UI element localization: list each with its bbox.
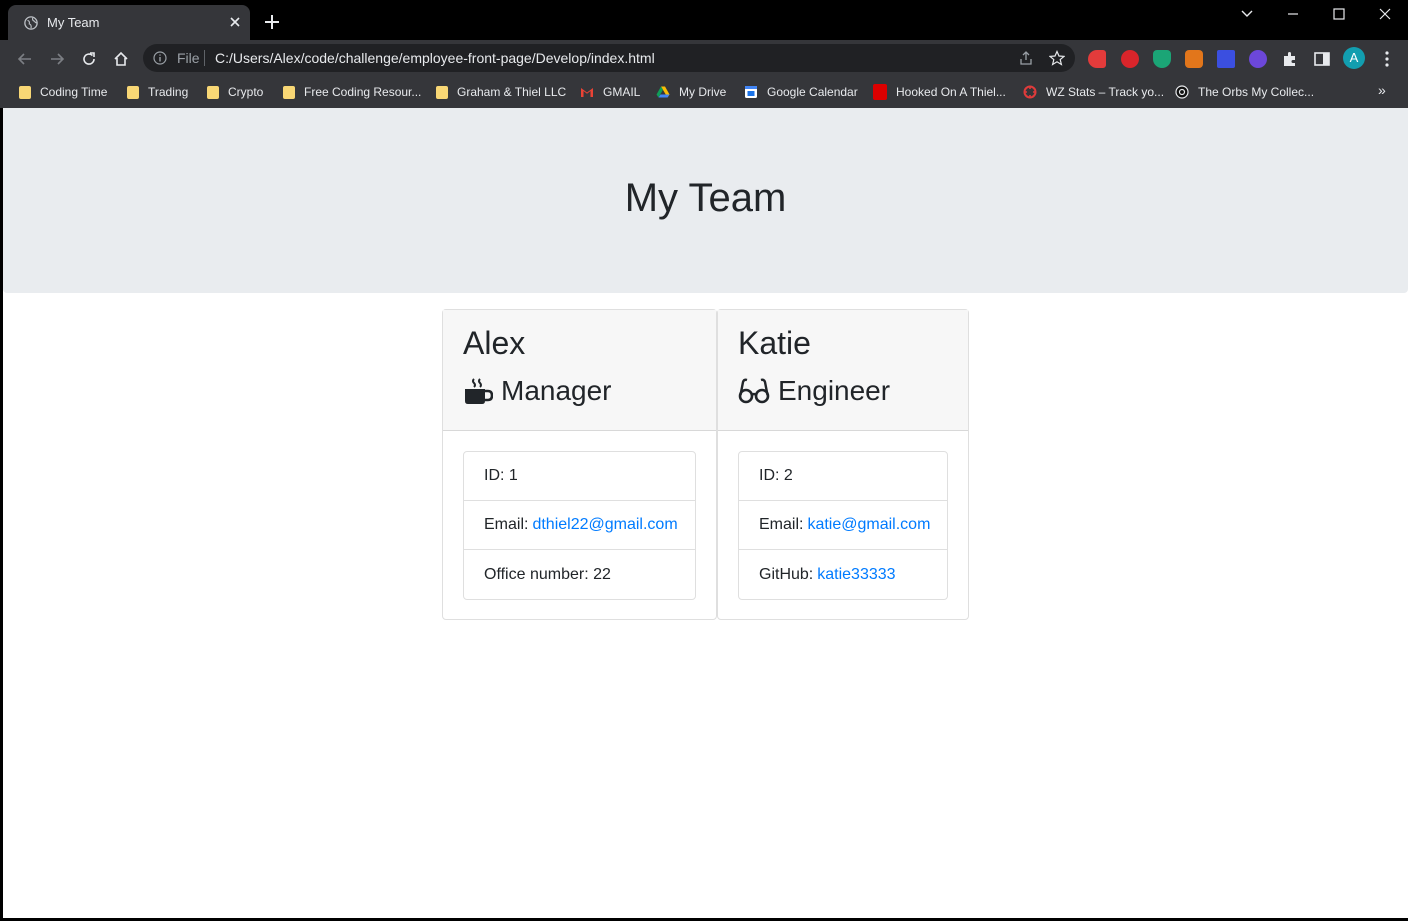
file-scheme-label: File xyxy=(177,50,200,66)
bookmark-label: Hooked On A Thiel... xyxy=(896,85,1006,99)
reload-icon[interactable] xyxy=(76,46,102,72)
bookmark-my-drive[interactable]: My Drive xyxy=(656,82,726,102)
tab-close-icon[interactable] xyxy=(226,13,244,31)
bookmark-coding-time[interactable]: Coding Time xyxy=(19,82,107,102)
bookmark-hooked-on-a-thiel[interactable]: Hooked On A Thiel... xyxy=(873,82,1006,102)
employee-role: Engineer xyxy=(738,374,890,408)
side-panel-icon[interactable] xyxy=(1313,50,1331,68)
employee-card-katie: Katie Engineer ID: 2 Email: katie@gmail.… xyxy=(717,309,969,620)
extensions-puzzle-icon[interactable] xyxy=(1281,50,1299,68)
bookmarks-bar: Coding Time Trading Crypto Free Coding R… xyxy=(0,76,1408,108)
bookmark-graham-thiel[interactable]: Graham & Thiel LLC xyxy=(436,82,566,102)
page-title: My Team xyxy=(624,176,787,220)
bookmark-label: GMAIL xyxy=(603,85,641,99)
employee-details-list: ID: 1 Email: dthiel22@gmail.com Office n… xyxy=(463,451,696,600)
back-icon[interactable] xyxy=(12,46,38,72)
bookmark-label: Graham & Thiel LLC xyxy=(457,85,567,99)
office-number: Office number: 22 xyxy=(484,565,611,583)
tab-my-team[interactable]: My Team xyxy=(8,5,250,40)
github-label: GitHub: xyxy=(759,565,814,583)
folder-icon xyxy=(19,85,31,99)
share-icon[interactable] xyxy=(1018,50,1034,66)
close-window-icon[interactable] xyxy=(1362,0,1408,28)
email-label: Email: xyxy=(759,516,804,533)
employee-name: Katie xyxy=(738,325,811,361)
google-calendar-icon xyxy=(745,86,757,98)
browser-menu-icon[interactable] xyxy=(1378,50,1396,68)
bookmark-label: The Orbs My Collec... xyxy=(1198,85,1315,99)
extension-purple-icon[interactable] xyxy=(1249,50,1267,68)
globe-icon xyxy=(24,16,38,30)
more-bookmarks-chevron[interactable]: » xyxy=(1378,82,1386,98)
tab-title: My Team xyxy=(47,15,100,30)
minimize-icon[interactable] xyxy=(1270,0,1316,28)
bookmark-label: My Drive xyxy=(679,85,727,99)
card-header: Alex Manager xyxy=(443,310,716,431)
role-label: Engineer xyxy=(778,375,891,406)
site-info-icon[interactable] xyxy=(153,51,167,65)
email-link[interactable]: katie@gmail.com xyxy=(807,516,930,534)
page-viewport: My Team Alex Manager ID: 1 Email: dthiel… xyxy=(3,108,1408,918)
address-divider xyxy=(204,50,205,66)
bookmark-label: Trading xyxy=(148,85,189,99)
wz-stats-icon xyxy=(1023,85,1037,99)
bookmark-the-orbs[interactable]: The Orbs My Collec... xyxy=(1175,82,1314,102)
profile-avatar[interactable]: A xyxy=(1343,47,1365,69)
maximize-icon[interactable] xyxy=(1316,0,1362,28)
employee-id: ID: 2 xyxy=(739,452,947,501)
orb-icon xyxy=(1175,85,1189,99)
employee-id: ID: 1 xyxy=(464,452,695,501)
employee-name: Alex xyxy=(463,325,526,361)
folder-icon xyxy=(283,85,295,99)
bookmark-label: Crypto xyxy=(228,85,264,99)
bookmark-wz-stats[interactable]: WZ Stats – Track yo... xyxy=(1023,82,1164,102)
glasses-icon xyxy=(738,378,770,404)
bookmark-label: Free Coding Resour... xyxy=(304,85,422,99)
folder-icon xyxy=(436,85,448,99)
tab-strip: My Team xyxy=(0,0,1408,40)
employee-details-list: ID: 2 Email: katie@gmail.com GitHub: kat… xyxy=(738,451,948,600)
folder-icon xyxy=(207,85,219,99)
tab-search-icon[interactable] xyxy=(1224,0,1270,28)
espn-icon xyxy=(873,84,887,100)
folder-icon xyxy=(127,85,139,99)
mug-icon xyxy=(465,378,493,404)
google-drive-icon xyxy=(656,86,670,98)
browser-chrome: My Team File C:/Users/Alex/code/challeng… xyxy=(0,0,1408,108)
browser-toolbar: File C:/Users/Alex/code/challenge/employ… xyxy=(0,40,1408,76)
bookmark-star-icon[interactable] xyxy=(1049,50,1065,66)
bookmark-trading[interactable]: Trading xyxy=(127,82,188,102)
card-header: Katie Engineer xyxy=(718,310,968,431)
address-bar[interactable]: File C:/Users/Alex/code/challenge/employ… xyxy=(143,44,1075,72)
github-link[interactable]: katie33333 xyxy=(817,566,895,584)
bookmark-gmail[interactable]: GMAIL xyxy=(580,82,640,102)
employee-role: Manager xyxy=(463,374,612,408)
bookmark-label: Coding Time xyxy=(40,85,108,99)
home-icon[interactable] xyxy=(108,46,134,72)
url-text[interactable]: C:/Users/Alex/code/challenge/employee-fr… xyxy=(215,50,655,66)
bookmark-free-coding-resources[interactable]: Free Coding Resour... xyxy=(283,82,421,102)
employee-email-row: Email: dthiel22@gmail.com xyxy=(464,501,695,550)
extension-adblock-icon[interactable] xyxy=(1121,50,1139,68)
employee-email-row: Email: katie@gmail.com xyxy=(739,501,947,550)
page-header: My Team xyxy=(3,108,1408,293)
metamask-icon[interactable] xyxy=(1185,50,1203,68)
extension-red-arrow-icon[interactable] xyxy=(1088,50,1106,68)
extension-layers-icon[interactable] xyxy=(1217,50,1235,68)
extension-shield-icon[interactable] xyxy=(1153,50,1171,68)
email-label: Email: xyxy=(484,516,529,533)
bookmark-label: Google Calendar xyxy=(767,85,858,99)
gmail-icon xyxy=(581,88,593,97)
employee-card-alex: Alex Manager ID: 1 Email: dthiel22@gmail… xyxy=(442,309,717,620)
bookmark-google-calendar[interactable]: Google Calendar xyxy=(744,82,858,102)
new-tab-icon[interactable] xyxy=(262,12,282,32)
bookmark-label: WZ Stats – Track yo... xyxy=(1046,85,1165,99)
bookmark-crypto[interactable]: Crypto xyxy=(207,82,263,102)
email-link[interactable]: dthiel22@gmail.com xyxy=(532,516,677,534)
forward-icon[interactable] xyxy=(44,46,70,72)
employee-github-row: GitHub: katie33333 xyxy=(739,550,947,599)
role-label: Manager xyxy=(501,375,612,406)
